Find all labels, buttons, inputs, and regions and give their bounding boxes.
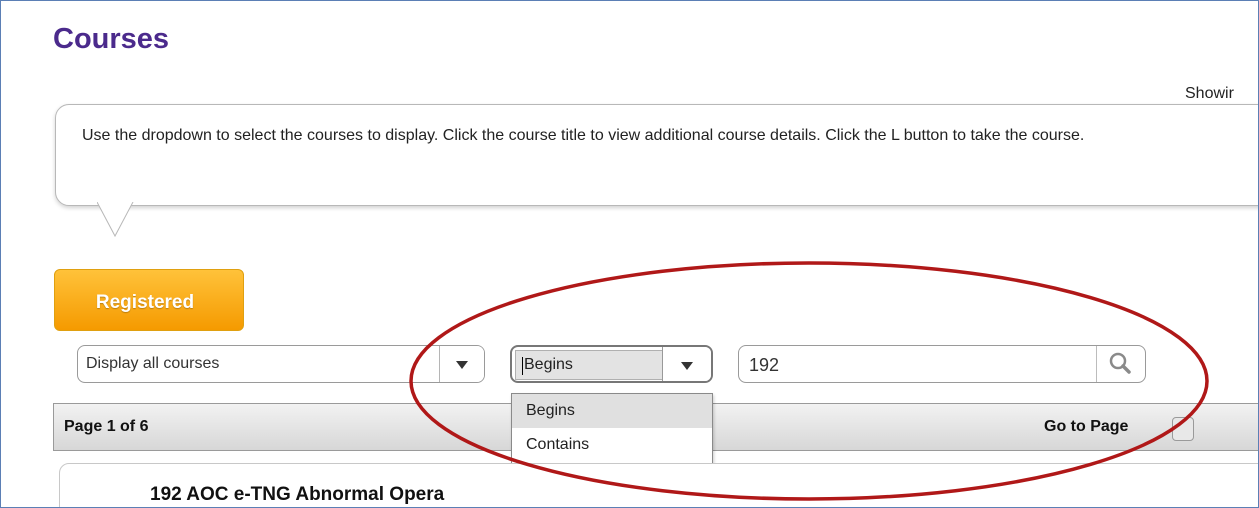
registered-tab-label: Registered xyxy=(95,292,195,313)
help-bubble: Use the dropdown to select the courses t… xyxy=(55,104,1258,206)
registered-tab-button[interactable]: Registered xyxy=(54,269,244,331)
annotation-oval xyxy=(409,261,1209,501)
page-title: Courses xyxy=(53,23,170,55)
showing-label: Showir xyxy=(1185,85,1234,102)
display-select-value: Display all courses xyxy=(86,355,220,372)
bubble-tail xyxy=(97,202,134,238)
help-text: Use the dropdown to select the courses t… xyxy=(82,127,1085,144)
screenshot-frame: Courses Showir Use the dropdown to selec… xyxy=(0,0,1259,508)
page-indicator: Page 1 of 6 xyxy=(64,418,149,435)
